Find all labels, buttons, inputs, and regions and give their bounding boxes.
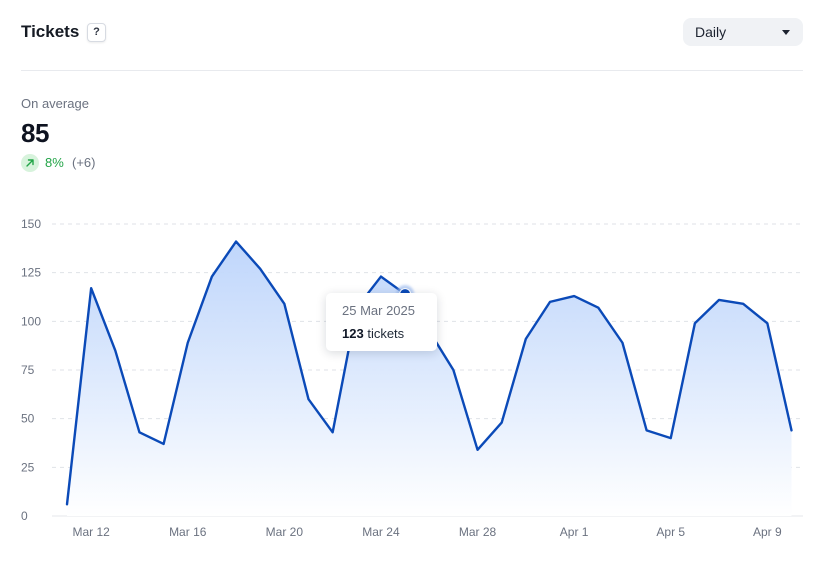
help-icon[interactable]: ? [87, 23, 106, 42]
x-tick-label: Apr 9 [753, 525, 782, 539]
x-tick-label: Mar 20 [266, 525, 304, 539]
period-select[interactable]: Daily [683, 18, 803, 46]
trend-delta: (+6) [72, 155, 96, 170]
tooltip-date: 25 Mar 2025 [342, 303, 415, 318]
tooltip-count: 123 [342, 326, 364, 341]
y-tick-label: 150 [21, 217, 41, 231]
period-select-value: Daily [695, 24, 727, 40]
x-tick-label: Apr 1 [560, 525, 589, 539]
chart-header: Tickets ? Daily [21, 18, 803, 48]
x-tick-label: Mar 12 [72, 525, 110, 539]
average-value: 85 [21, 118, 49, 148]
chevron-down-icon [782, 30, 790, 35]
y-tick-label: 100 [21, 314, 41, 328]
trend-up-icon [21, 154, 39, 172]
x-tick-label: Apr 5 [656, 525, 685, 539]
x-tick-label: Mar 16 [169, 525, 207, 539]
tooltip-value: 123 tickets [342, 326, 404, 341]
average-label: On average [21, 96, 89, 111]
tickets-area-chart[interactable]: 0 25 50 75 100 125 150 Mar 12 Mar 16 Mar 20 Mar 24… [0, 190, 832, 560]
chart-tooltip: 25 Mar 2025 123 tickets [326, 293, 437, 351]
y-tick-label: 0 [21, 509, 28, 523]
y-tick-label: 75 [21, 363, 35, 377]
tooltip-unit: tickets [367, 326, 405, 341]
card-title: Tickets [21, 22, 80, 41]
y-tick-label: 50 [21, 412, 35, 426]
y-tick-label: 125 [21, 266, 41, 280]
x-tick-label: Mar 24 [362, 525, 400, 539]
x-tick-label: Mar 28 [459, 525, 497, 539]
y-tick-label: 25 [21, 460, 35, 474]
header-divider [21, 70, 803, 71]
trend-percent: 8% [45, 155, 64, 170]
